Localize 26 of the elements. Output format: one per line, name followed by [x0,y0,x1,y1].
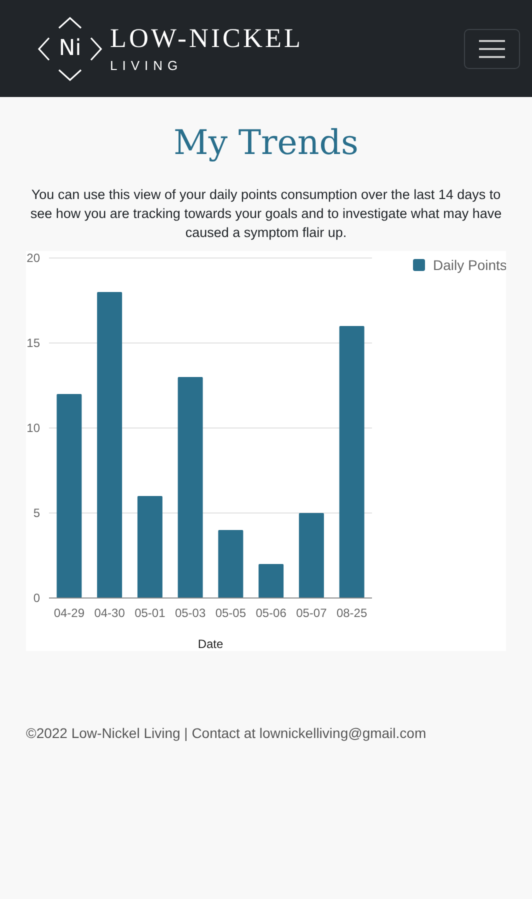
x-tick-label: 05-07 [296,606,327,620]
footer-text: ©2022 Low-Nickel Living | Contact at lownickelliving@gmail.com [26,725,426,742]
x-tick-label: 04-30 [94,606,125,620]
menu-icon [479,38,505,58]
x-tick-label: 05-01 [134,606,166,620]
brand-title[interactable]: LOW-NICKEL [110,25,303,52]
brand-subtitle: LIVING [110,59,184,72]
y-tick-label: 0 [33,591,40,606]
x-tick-label: 05-03 [174,606,206,620]
logo-diamond-icon [38,16,102,80]
x-axis-title: Date [198,637,224,652]
y-tick-label: 10 [26,421,40,436]
intro-text: You can use this view of your daily points consumption over the last 14 days to see how you are tracking towards your goals and to investigate what may have caused a symptom flair up. [29,186,503,242]
y-tick-label: 20 [26,251,40,266]
y-tick-label: 15 [26,336,40,350]
bar [258,564,284,598]
x-tick-label: 08-25 [336,606,368,620]
page-title: My Trends [172,123,360,164]
legend-label: Daily Points [433,257,506,274]
bar [218,530,244,598]
x-tick-label: 05-06 [256,606,286,620]
y-tick-label: 5 [33,506,40,520]
x-tick-label: 05-05 [215,606,246,620]
x-tick-label: 04-29 [54,606,85,620]
logo-text: Ni [58,38,82,60]
menu-button[interactable] [464,28,520,68]
